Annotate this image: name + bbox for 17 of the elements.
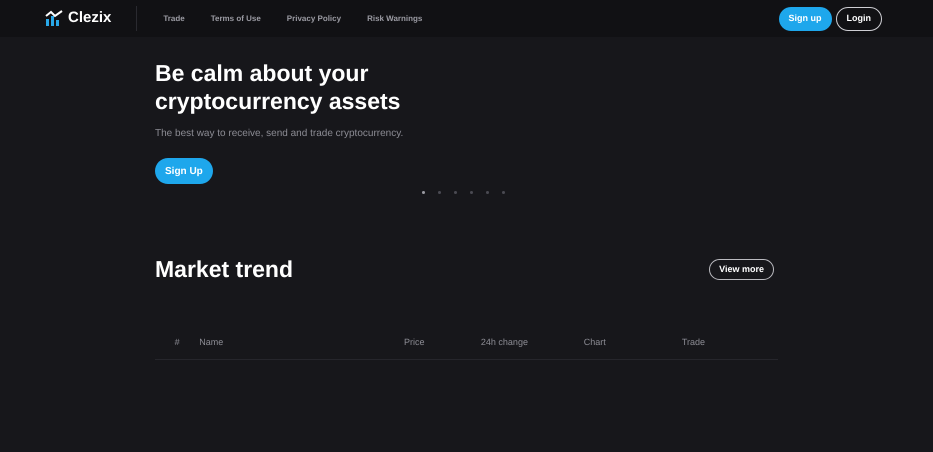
logo-text: Clezix — [68, 8, 112, 28]
section-title: Market trend — [155, 255, 294, 284]
column-header: Chart — [584, 336, 606, 347]
nav-link[interactable]: Trade — [163, 12, 185, 24]
column-header: Price — [404, 336, 425, 347]
column-header: 24h change — [480, 336, 528, 347]
hero-title: Be calm about your cryptocurrency assets — [155, 59, 402, 115]
nav-link[interactable]: Risk Warnings — [367, 12, 422, 24]
column-header: Name — [199, 336, 224, 347]
login-button[interactable]: Login — [836, 6, 882, 30]
view-more-button[interactable]: View more — [709, 258, 774, 280]
logo-icon — [45, 10, 64, 27]
column-header: # — [174, 336, 180, 347]
nav-link[interactable]: Terms of Use — [210, 12, 261, 24]
column-header: Trade — [682, 336, 706, 347]
nav-link[interactable]: Privacy Policy — [286, 12, 342, 24]
hero-subtitle: The best way to receive, send and trade cryptocurrency. — [155, 127, 404, 141]
